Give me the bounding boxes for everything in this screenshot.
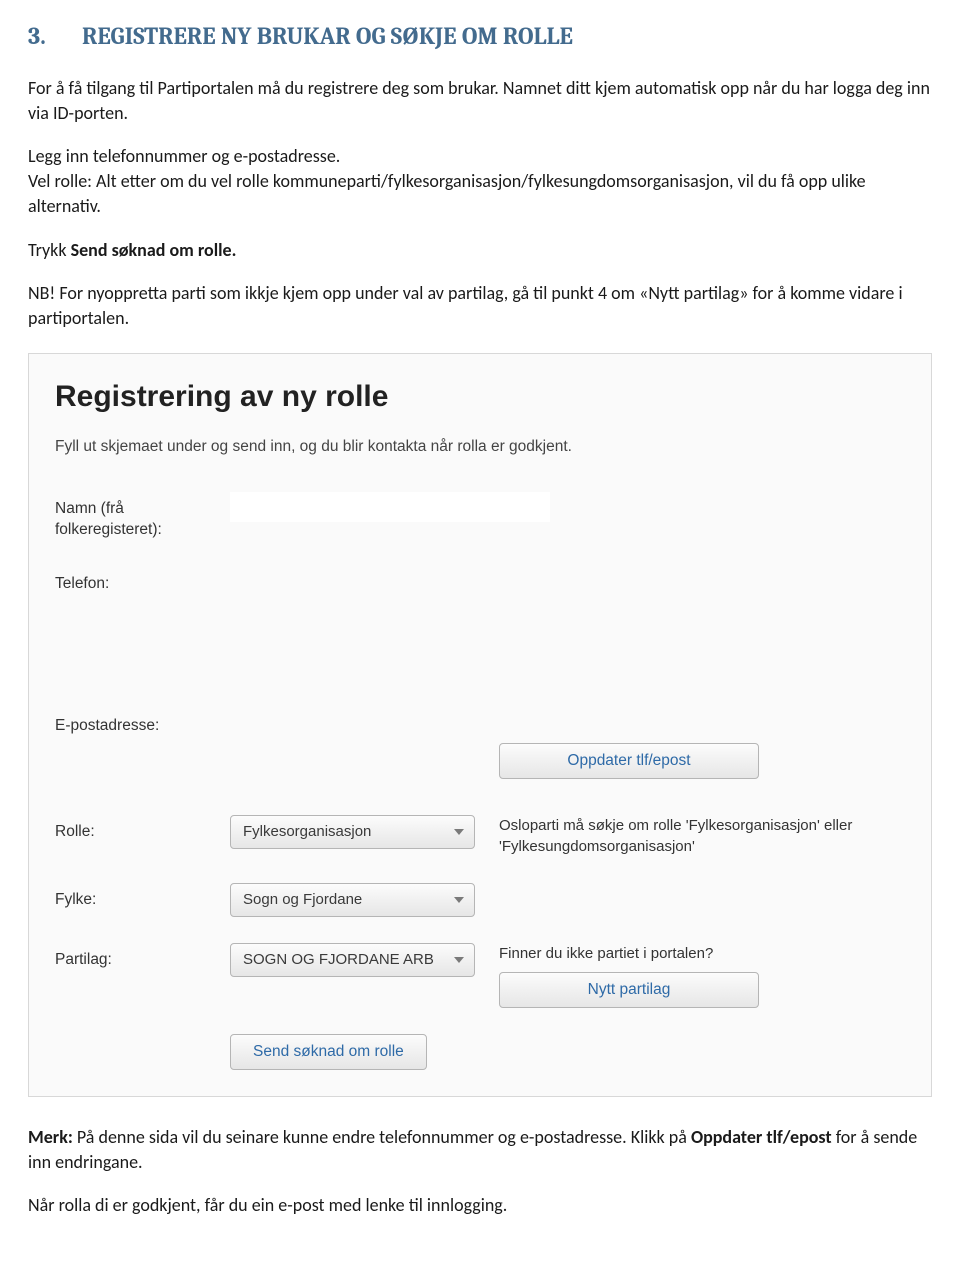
label-rolle: Rolle: [55,815,230,843]
intro-paragraph-2: Legg inn telefonnummer og e-postadresse. [28,144,932,169]
rolle-select-value: Fylkesorganisasjon [243,821,371,842]
intro-paragraph-5: NB! For nyoppretta parti som ikkje kjem … [28,281,932,331]
row-rolle: Rolle: Fylkesorganisasjon Osloparti må s… [55,815,905,857]
partilag-select[interactable]: SOGN OG FJORDANE ARB [230,943,475,977]
form-intro: Fyll ut skjemaet under og send inn, og d… [55,436,905,458]
form-panel: Registrering av ny rolle Fyll ut skjemae… [28,353,932,1096]
partilag-aside-text: Finner du ikke partiet i portalen? [499,943,905,964]
send-soknad-button[interactable]: Send søknad om rolle [230,1034,427,1070]
label-telefon: Telefon: [55,567,230,595]
p4-pre: Trykk [28,239,71,261]
form-title: Registrering av ny rolle [55,376,905,418]
intro-paragraph-1: For å få tilgang til Partiportalen må du… [28,76,932,126]
p4-bold: Send søknad om rolle. [71,239,237,261]
final-paragraph: Når rolla di er godkjent, får du ein e-p… [28,1193,932,1218]
section-number: 3. [28,20,82,54]
label-partilag: Partilag: [55,943,230,971]
label-namn: Namn (frå folkeregisteret): [55,492,230,541]
send-soknad-label: Send søknad om rolle [253,1041,404,1063]
section-title: REGISTRERE NY BRUKAR OG SØKJE OM ROLLE [82,22,573,50]
nytt-partilag-button[interactable]: Nytt partilag [499,972,759,1008]
row-epost: E-postadresse: [55,709,905,737]
partilag-select-value: SOGN OG FJORDANE ARB [243,949,434,970]
chevron-down-icon [454,829,464,835]
rolle-aside: Osloparti må søkje om rolle 'Fylkesorgan… [475,815,905,857]
nytt-partilag-label: Nytt partilag [588,979,671,1001]
merk-body1: På denne sida vil du seinare kunne endre… [73,1126,691,1148]
namn-readonly-field [230,492,550,522]
row-telefon: Telefon: [55,567,905,595]
oppdater-row: Oppdater tlf/epost [55,743,905,779]
fylke-select-value: Sogn og Fjordane [243,889,362,910]
chevron-down-icon [454,897,464,903]
merk-paragraph: Merk: På denne sida vil du seinare kunne… [28,1125,932,1175]
row-fylke: Fylke: Sogn og Fjordane [55,883,905,917]
oppdater-button[interactable]: Oppdater tlf/epost [499,743,759,779]
row-partilag: Partilag: SOGN OG FJORDANE ARB Finner du… [55,943,905,1008]
row-namn: Namn (frå folkeregisteret): [55,492,905,541]
chevron-down-icon [454,957,464,963]
partilag-aside: Finner du ikke partiet i portalen? Nytt … [475,943,905,1008]
intro-paragraph-3: Vel rolle: Alt etter om du vel rolle kom… [28,169,932,219]
section-heading: 3.REGISTRERE NY BRUKAR OG SØKJE OM ROLLE [28,20,932,54]
rolle-select[interactable]: Fylkesorganisasjon [230,815,475,849]
merk-label: Merk: [28,1126,73,1148]
merk-bold: Oppdater tlf/epost [691,1126,832,1148]
oppdater-button-label: Oppdater tlf/epost [567,750,690,772]
label-epost: E-postadresse: [55,709,230,737]
label-fylke: Fylke: [55,883,230,911]
submit-row: Send søknad om rolle [55,1034,905,1070]
intro-paragraph-4: Trykk Send søknad om rolle. [28,238,932,263]
fylke-select[interactable]: Sogn og Fjordane [230,883,475,917]
